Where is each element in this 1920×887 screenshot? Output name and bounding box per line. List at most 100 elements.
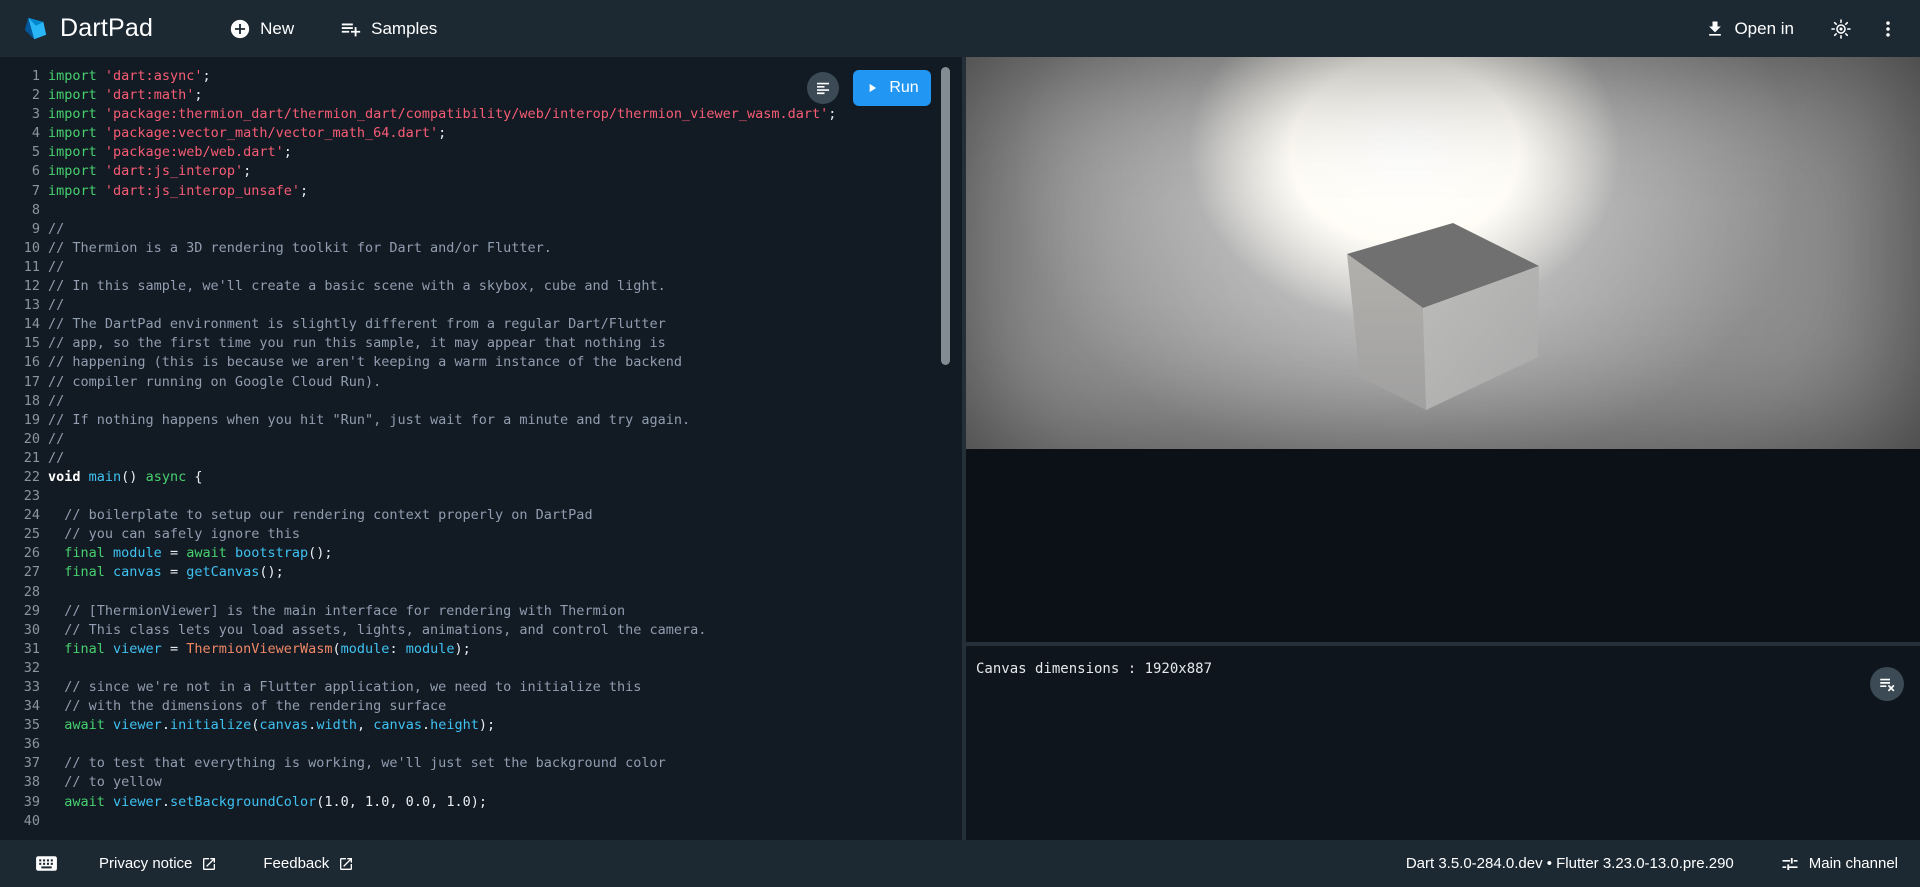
channel-selector[interactable]: Main channel — [1780, 854, 1898, 874]
code-line: 9// — [6, 220, 962, 239]
line-number: 2 — [6, 86, 40, 105]
line-number: 4 — [6, 124, 40, 143]
code-line: 24 // boilerplate to setup our rendering… — [6, 506, 962, 525]
output-panel: Canvas dimensions : 1920x887 — [966, 57, 1920, 840]
line-number: 17 — [6, 373, 40, 392]
download-icon — [1705, 19, 1725, 39]
brand: DartPad — [22, 14, 153, 43]
code-line: 11// — [6, 258, 962, 277]
samples-button[interactable]: Samples — [340, 18, 437, 40]
code-line: 36 — [6, 735, 962, 754]
line-number: 21 — [6, 449, 40, 468]
code-line: 20// — [6, 430, 962, 449]
new-button[interactable]: New — [229, 18, 294, 40]
code-line: 22void main() async { — [6, 468, 962, 487]
line-number: 27 — [6, 563, 40, 582]
code-line: 25 // you can safely ignore this — [6, 525, 962, 544]
add-circle-icon — [229, 18, 251, 40]
code-line: 10// Thermion is a 3D rendering toolkit … — [6, 239, 962, 258]
code-line: 14// The DartPad environment is slightly… — [6, 315, 962, 334]
code-line: 13// — [6, 296, 962, 315]
format-align-icon — [814, 79, 832, 97]
code-line: 26 final module = await bootstrap(); — [6, 544, 962, 563]
main-area: 1import 'dart:async';2import 'dart:math'… — [0, 57, 1920, 840]
version-info: Dart 3.5.0-284.0.dev • Flutter 3.23.0-13… — [1406, 855, 1734, 872]
brightness-icon — [1830, 18, 1852, 40]
code-line: 38 // to yellow — [6, 773, 962, 792]
line-number: 6 — [6, 162, 40, 181]
run-button-label: Run — [889, 79, 918, 97]
code-line: 32 — [6, 659, 962, 678]
code-line: 35 await viewer.initialize(canvas.width,… — [6, 716, 962, 735]
console-output: Canvas dimensions : 1920x887 — [976, 661, 1910, 677]
code-line: 37 // to test that everything is working… — [6, 754, 962, 773]
play-icon — [865, 81, 879, 95]
open-in-label: Open in — [1734, 19, 1794, 39]
code-line: 19// If nothing happens when you hit "Ru… — [6, 411, 962, 430]
line-number: 33 — [6, 678, 40, 697]
line-number: 10 — [6, 239, 40, 258]
code-lines: 1import 'dart:async';2import 'dart:math'… — [0, 57, 962, 831]
samples-button-label: Samples — [371, 19, 437, 39]
run-button[interactable]: Run — [853, 70, 931, 106]
theme-toggle-button[interactable] — [1830, 18, 1852, 40]
privacy-notice-label: Privacy notice — [99, 855, 192, 872]
top-bar: DartPad New Samples Open in — [0, 0, 1920, 57]
code-line: 5import 'package:web/web.dart'; — [6, 143, 962, 162]
line-number: 24 — [6, 506, 40, 525]
code-line: 16// happening (this is because we aren'… — [6, 353, 962, 372]
line-number: 14 — [6, 315, 40, 334]
feedback-label: Feedback — [263, 855, 329, 872]
line-number: 1 — [6, 67, 40, 86]
dartpad-app: DartPad New Samples Open in — [0, 0, 1920, 887]
overflow-menu-button[interactable] — [1878, 18, 1898, 40]
line-number: 30 — [6, 621, 40, 640]
render-output-view — [966, 57, 1920, 449]
status-bar: Privacy notice Feedback Dart 3.5.0-284.0… — [0, 840, 1920, 887]
line-number: 16 — [6, 353, 40, 372]
code-line: 8 — [6, 201, 962, 220]
line-number: 39 — [6, 793, 40, 812]
line-number: 40 — [6, 812, 40, 831]
line-number: 23 — [6, 487, 40, 506]
code-line: 23 — [6, 487, 962, 506]
dart-logo-icon — [22, 15, 49, 42]
line-number: 35 — [6, 716, 40, 735]
clear-console-button[interactable] — [1870, 667, 1904, 701]
code-line: 4import 'package:vector_math/vector_math… — [6, 124, 962, 143]
editor-scrollbar-thumb[interactable] — [941, 67, 950, 365]
code-line: 33 // since we're not in a Flutter appli… — [6, 678, 962, 697]
code-line: 21// — [6, 449, 962, 468]
code-line: 7import 'dart:js_interop_unsafe'; — [6, 182, 962, 201]
open-in-button[interactable]: Open in — [1705, 19, 1794, 39]
code-line: 12// In this sample, we'll create a basi… — [6, 277, 962, 296]
new-button-label: New — [260, 19, 294, 39]
format-button[interactable] — [807, 72, 839, 104]
line-number: 29 — [6, 602, 40, 621]
line-number: 22 — [6, 468, 40, 487]
code-line: 34 // with the dimensions of the renderi… — [6, 697, 962, 716]
code-editor[interactable]: 1import 'dart:async';2import 'dart:math'… — [0, 57, 962, 840]
line-number: 8 — [6, 201, 40, 220]
clear-console-icon — [1878, 675, 1896, 693]
line-number: 34 — [6, 697, 40, 716]
code-line: 29 // [ThermionViewer] is the main inter… — [6, 602, 962, 621]
privacy-notice-link[interactable]: Privacy notice — [99, 855, 217, 872]
line-number: 31 — [6, 640, 40, 659]
line-number: 11 — [6, 258, 40, 277]
tune-icon — [1780, 854, 1800, 874]
code-line: 39 await viewer.setBackgroundColor(1.0, … — [6, 793, 962, 812]
code-line: 6import 'dart:js_interop'; — [6, 162, 962, 181]
keyboard-shortcuts-button[interactable] — [34, 851, 59, 876]
frame-background — [966, 449, 1920, 642]
console-panel: Canvas dimensions : 1920x887 — [966, 646, 1920, 840]
channel-label: Main channel — [1809, 855, 1898, 872]
line-number: 37 — [6, 754, 40, 773]
code-line: 27 final canvas = getCanvas(); — [6, 563, 962, 582]
code-line: 30 // This class lets you load assets, l… — [6, 621, 962, 640]
line-number: 26 — [6, 544, 40, 563]
cube-3d — [966, 57, 1920, 449]
external-link-icon — [201, 856, 217, 872]
line-number: 7 — [6, 182, 40, 201]
feedback-link[interactable]: Feedback — [263, 855, 354, 872]
